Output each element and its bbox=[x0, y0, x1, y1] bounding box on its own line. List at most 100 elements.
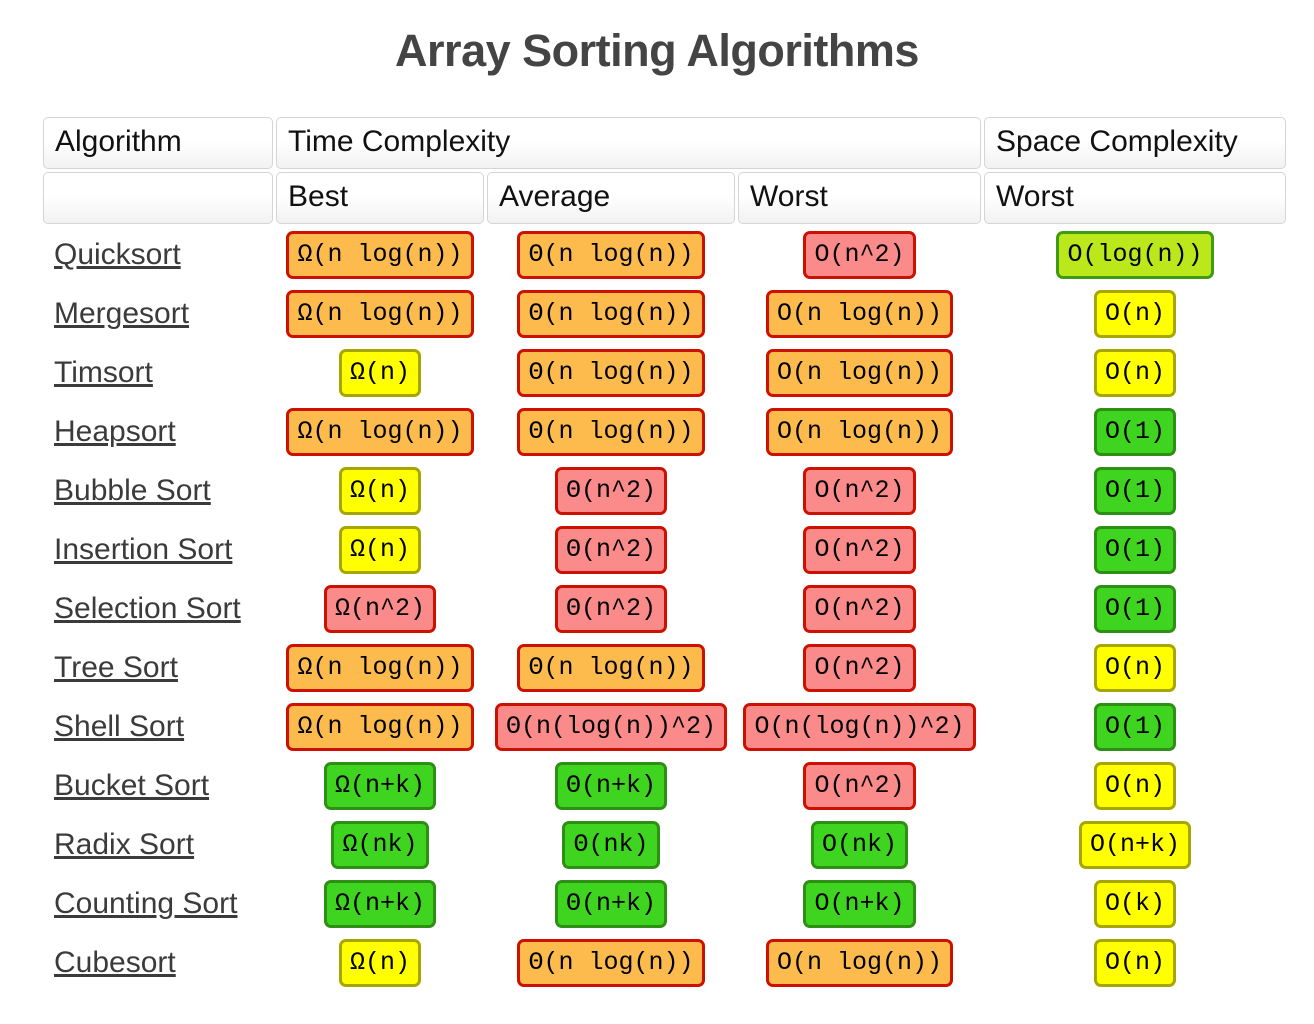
complexity-table: Algorithm Time Complexity Space Complexi… bbox=[40, 114, 1289, 994]
algorithm-link[interactable]: Insertion Sort bbox=[54, 533, 232, 566]
algorithm-link[interactable]: Counting Sort bbox=[54, 887, 237, 920]
cell-time-best: Ω(n^2) bbox=[276, 581, 484, 637]
complexity-badge-time-average: Θ(n log(n)) bbox=[517, 939, 705, 987]
complexity-badge-time-worst: O(nk) bbox=[810, 821, 908, 869]
table-row: Cubesort Ω(n) Θ(n log(n)) O(n log(n)) O(n) bbox=[43, 935, 1286, 991]
table-row: Tree Sort Ω(n log(n)) Θ(n log(n)) O(n^2) O(n… bbox=[43, 640, 1286, 696]
cell-time-average: Θ(n log(n)) bbox=[487, 227, 735, 283]
algorithm-name-cell: Radix Sort bbox=[43, 817, 273, 873]
complexity-badge-time-worst: O(n^2) bbox=[803, 644, 916, 692]
complexity-badge-space-worst: O(n) bbox=[1093, 644, 1176, 692]
complexity-badge-time-best: Ω(n log(n)) bbox=[286, 644, 474, 692]
cell-time-best: Ω(n log(n)) bbox=[276, 699, 484, 755]
complexity-badge-time-worst: O(n^2) bbox=[803, 585, 916, 633]
complexity-badge-space-worst: O(n+k) bbox=[1078, 821, 1191, 869]
complexity-badge-time-worst: O(n^2) bbox=[803, 467, 916, 515]
header-algorithm: Algorithm bbox=[43, 117, 273, 169]
page-root: Array Sorting Algorithms Algorithm Time … bbox=[0, 0, 1314, 1024]
cell-time-average: Θ(n log(n)) bbox=[487, 286, 735, 342]
algorithm-link[interactable]: Quicksort bbox=[54, 238, 181, 271]
complexity-badge-time-average: Θ(n log(n)) bbox=[517, 349, 705, 397]
table-sub-header-row: Best Average Worst Worst bbox=[43, 172, 1286, 224]
algorithm-link[interactable]: Bucket Sort bbox=[54, 769, 209, 802]
cell-time-worst: O(n log(n)) bbox=[738, 935, 981, 991]
algorithm-link[interactable]: Selection Sort bbox=[54, 592, 241, 625]
algorithm-name-cell: Insertion Sort bbox=[43, 522, 273, 578]
algorithm-link[interactable]: Tree Sort bbox=[54, 651, 178, 684]
cell-space-worst: O(1) bbox=[984, 581, 1286, 637]
complexity-badge-time-average: Θ(n+k) bbox=[554, 880, 667, 928]
cell-space-worst: O(k) bbox=[984, 876, 1286, 932]
complexity-badge-time-average: Θ(n log(n)) bbox=[517, 408, 705, 456]
algorithm-link[interactable]: Cubesort bbox=[54, 946, 176, 979]
cell-space-worst: O(1) bbox=[984, 463, 1286, 519]
cell-time-best: Ω(n) bbox=[276, 935, 484, 991]
algorithm-name-cell: Selection Sort bbox=[43, 581, 273, 637]
complexity-badge-space-worst: O(log(n)) bbox=[1056, 231, 1214, 279]
cell-time-worst: O(n log(n)) bbox=[738, 345, 981, 401]
algorithm-link[interactable]: Mergesort bbox=[54, 297, 189, 330]
cell-time-worst: O(n^2) bbox=[738, 522, 981, 578]
complexity-badge-time-best: Ω(n log(n)) bbox=[286, 408, 474, 456]
algorithm-name-cell: Counting Sort bbox=[43, 876, 273, 932]
cell-time-average: Θ(nk) bbox=[487, 817, 735, 873]
complexity-badge-time-average: Θ(n log(n)) bbox=[517, 644, 705, 692]
complexity-badge-time-average: Θ(n log(n)) bbox=[517, 231, 705, 279]
subheader-algorithm-blank bbox=[43, 172, 273, 224]
cell-time-average: Θ(n log(n)) bbox=[487, 935, 735, 991]
complexity-badge-time-best: Ω(n) bbox=[338, 526, 421, 574]
complexity-badge-time-average: Θ(n+k) bbox=[554, 762, 667, 810]
algorithm-name-cell: Tree Sort bbox=[43, 640, 273, 696]
complexity-badge-time-average: Θ(nk) bbox=[562, 821, 660, 869]
complexity-badge-time-best: Ω(n log(n)) bbox=[286, 703, 474, 751]
algorithm-link[interactable]: Radix Sort bbox=[54, 828, 194, 861]
subheader-time-average: Average bbox=[487, 172, 735, 224]
table-row: Radix Sort Ω(nk) Θ(nk) O(nk) O(n+k) bbox=[43, 817, 1286, 873]
algorithm-name-cell: Bucket Sort bbox=[43, 758, 273, 814]
complexity-badge-time-worst: O(n log(n)) bbox=[765, 939, 954, 987]
complexity-badge-time-worst: O(n log(n)) bbox=[765, 408, 954, 456]
complexity-badge-time-best: Ω(n log(n)) bbox=[286, 290, 474, 338]
cell-time-worst: O(n^2) bbox=[738, 758, 981, 814]
cell-time-best: Ω(n) bbox=[276, 522, 484, 578]
table-body: Quicksort Ω(n log(n)) Θ(n log(n)) O(n^2) O(l… bbox=[43, 227, 1286, 991]
cell-time-worst: O(nk) bbox=[738, 817, 981, 873]
algorithm-name-cell: Quicksort bbox=[43, 227, 273, 283]
complexity-badge-time-best: Ω(n) bbox=[338, 467, 421, 515]
cell-space-worst: O(1) bbox=[984, 522, 1286, 578]
cell-time-worst: O(n log(n)) bbox=[738, 286, 981, 342]
cell-time-average: Θ(n+k) bbox=[487, 758, 735, 814]
subheader-space-worst: Worst bbox=[984, 172, 1286, 224]
algorithm-name-cell: Heapsort bbox=[43, 404, 273, 460]
cell-time-best: Ω(nk) bbox=[276, 817, 484, 873]
cell-time-worst: O(n^2) bbox=[738, 640, 981, 696]
table-row: Bucket Sort Ω(n+k) Θ(n+k) O(n^2) O(n) bbox=[43, 758, 1286, 814]
cell-space-worst: O(n) bbox=[984, 640, 1286, 696]
cell-time-worst: O(n^2) bbox=[738, 463, 981, 519]
cell-time-worst: O(n log(n)) bbox=[738, 404, 981, 460]
algorithm-link[interactable]: Timsort bbox=[54, 356, 153, 389]
algorithm-link[interactable]: Heapsort bbox=[54, 415, 176, 448]
algorithm-link[interactable]: Bubble Sort bbox=[54, 474, 211, 507]
cell-space-worst: O(1) bbox=[984, 699, 1286, 755]
cell-time-average: Θ(n log(n)) bbox=[487, 640, 735, 696]
complexity-badge-time-best: Ω(n+k) bbox=[323, 762, 436, 810]
cell-time-worst: O(n^2) bbox=[738, 581, 981, 637]
cell-time-best: Ω(n) bbox=[276, 463, 484, 519]
complexity-badge-space-worst: O(1) bbox=[1093, 408, 1176, 456]
cell-time-average: Θ(n^2) bbox=[487, 522, 735, 578]
cell-time-best: Ω(n) bbox=[276, 345, 484, 401]
table-header: Algorithm Time Complexity Space Complexi… bbox=[43, 117, 1286, 224]
table-row: Insertion Sort Ω(n) Θ(n^2) O(n^2) O(1) bbox=[43, 522, 1286, 578]
table-row: Shell Sort Ω(n log(n)) Θ(n(log(n))^2) O(n(l… bbox=[43, 699, 1286, 755]
algorithm-link[interactable]: Shell Sort bbox=[54, 710, 184, 743]
complexity-badge-space-worst: O(1) bbox=[1093, 467, 1176, 515]
complexity-badge-space-worst: O(1) bbox=[1093, 526, 1176, 574]
complexity-badge-time-best: Ω(n log(n)) bbox=[286, 231, 474, 279]
complexity-badge-time-best: Ω(n^2) bbox=[323, 585, 436, 633]
cell-space-worst: O(n+k) bbox=[984, 817, 1286, 873]
cell-time-best: Ω(n log(n)) bbox=[276, 404, 484, 460]
complexity-badge-time-worst: O(n log(n)) bbox=[765, 349, 954, 397]
cell-time-best: Ω(n log(n)) bbox=[276, 640, 484, 696]
table-group-header-row: Algorithm Time Complexity Space Complexi… bbox=[43, 117, 1286, 169]
